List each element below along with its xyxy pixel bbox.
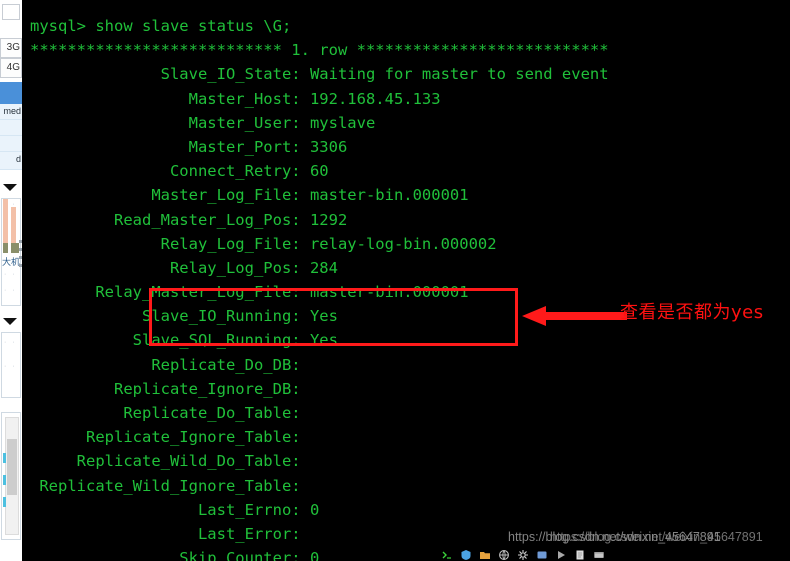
terminal-line: Relay_Log_File: relay-log-bin.000002 <box>30 234 497 253</box>
annotation-caption: 查看是否都为yes <box>620 302 764 323</box>
panel-row-blank-2[interactable] <box>0 136 22 152</box>
terminal-line: Connect_Retry: 60 <box>30 162 329 181</box>
chart-dots-bottom: · · · <box>4 287 20 294</box>
panel-row-d[interactable]: d <box>0 152 22 170</box>
terminal-line: Skip_Counter: 0 <box>30 549 320 561</box>
os-taskbar[interactable] <box>442 549 604 561</box>
settings-icon[interactable] <box>518 550 528 560</box>
terminal-line: Master_Host: 192.168.45.133 <box>30 89 441 108</box>
panel-field-top[interactable] <box>2 4 20 20</box>
window-icon[interactable] <box>594 550 604 560</box>
terminal-window[interactable]: mysql> show slave status \G; ************… <box>22 0 790 561</box>
terminal-line: Replicate_Ignore_Table: <box>30 428 301 447</box>
terminal-line: Replicate_Wild_Do_Table: <box>30 452 301 471</box>
terminal-line: Read_Master_Log_Pos: 1292 <box>30 210 348 229</box>
play-icon[interactable] <box>556 550 566 560</box>
terminal-line: Slave_SQL_Running: Yes <box>30 331 338 350</box>
chart-dots-mid: · · · <box>4 271 20 278</box>
chart-bar-base-1 <box>3 243 8 253</box>
chart-bar-1 <box>3 199 8 243</box>
panel-chip-3g[interactable]: 3G <box>0 38 22 58</box>
panel-secondary-card[interactable]: · · · · · · <box>1 332 21 398</box>
terminal-line: Relay_Log_Pos: 284 <box>30 258 338 277</box>
panel-row-blank-1[interactable] <box>0 120 22 136</box>
panel-chip-4g[interactable]: 4G <box>0 58 22 78</box>
terminal-line: Replicate_Ignore_DB: <box>30 379 301 398</box>
secondary-dots-1: · · · <box>4 339 20 346</box>
watermark-secondary: https://blog.csdn.net/weixin_45647891 <box>550 530 763 544</box>
chevron-down-icon[interactable] <box>3 184 17 191</box>
terminal-line: *************************** 1. row *****… <box>30 41 609 60</box>
panel-accent-3 <box>3 497 6 507</box>
folder-icon[interactable] <box>480 550 490 560</box>
screenshot-root: 3G 4G med d · · · 大机 · · · · · · · · · ·… <box>0 0 790 561</box>
browser-icon[interactable] <box>499 550 509 560</box>
chevron-down-icon-2[interactable] <box>3 318 17 325</box>
secondary-dots-2: · · · <box>4 363 20 370</box>
panel-accent-1 <box>3 453 6 463</box>
chart-axis-label: 大机 <box>2 257 21 267</box>
chart-bar-2 <box>11 207 16 243</box>
terminal-line: Master_Log_File: master-bin.000001 <box>30 186 469 205</box>
panel-chart-card[interactable]: · · · 大机 · · · · · · <box>1 198 21 306</box>
terminal-icon[interactable] <box>442 550 452 560</box>
panel-scrollbar-thumb[interactable] <box>7 439 17 495</box>
terminal-line: Master_Port: 3306 <box>30 137 348 156</box>
panel-selected-row[interactable] <box>0 82 22 104</box>
terminal-line: Last_Errno: 0 <box>30 500 320 519</box>
panel-row-med[interactable]: med <box>0 104 22 120</box>
left-pointing-arrow-icon <box>522 306 627 326</box>
left-side-panel: 3G 4G med d · · · 大机 · · · · · · · · · ·… <box>0 0 22 561</box>
terminal-line: Master_User: myslave <box>30 113 376 132</box>
panel-accent-2 <box>3 475 6 485</box>
terminal-output: mysql> show slave status \G; ************… <box>22 14 790 561</box>
terminal-line: Replicate_Do_DB: <box>30 355 301 374</box>
terminal-line: Slave_IO_State: Waiting for master to se… <box>30 65 609 84</box>
shield-icon[interactable] <box>461 550 471 560</box>
terminal-line: Replicate_Do_Table: <box>30 404 301 422</box>
media-icon[interactable] <box>537 550 547 560</box>
chart-bar-base-2 <box>11 243 19 253</box>
doc-icon[interactable] <box>575 550 585 560</box>
terminal-line: Replicate_Wild_Ignore_Table: <box>30 476 301 495</box>
panel-scroll-card[interactable] <box>1 412 21 540</box>
terminal-line: mysql> show slave status \G; <box>30 17 292 35</box>
